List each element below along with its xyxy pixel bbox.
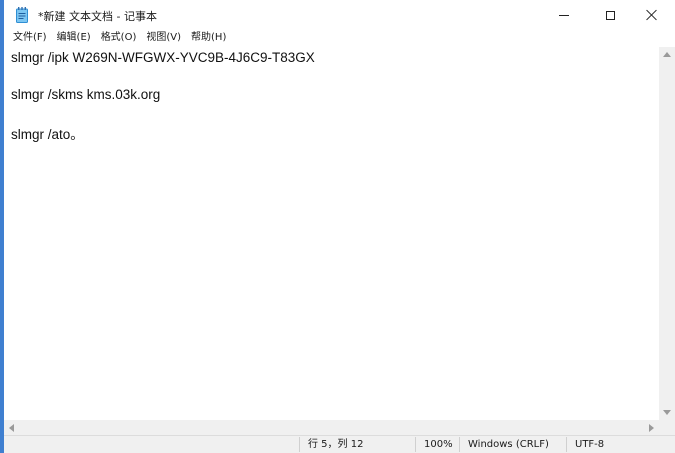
menu-file[interactable]: 文件(F) (8, 30, 52, 46)
notepad-icon (16, 7, 28, 23)
scrollbar-corner (659, 420, 675, 435)
title-bar[interactable]: *新建 文本文档 - 记事本 (4, 0, 675, 30)
menu-bar: 文件(F) 编辑(E) 格式(O) 视图(V) 帮助(H) (4, 30, 675, 46)
line-ending: Windows (CRLF) (468, 439, 549, 450)
menu-edit[interactable]: 编辑(E) (52, 30, 96, 46)
status-bar: 行 5，列 12 100% Windows (CRLF) UTF-8 (4, 435, 675, 453)
maximize-icon (605, 10, 615, 20)
status-divider (415, 437, 416, 452)
maximize-button[interactable] (587, 0, 633, 30)
status-divider (299, 437, 300, 452)
notepad-window: *新建 文本文档 - 记事本 文件(F) 编辑(E) 格式(O) 视图(V) 帮… (4, 0, 675, 453)
minimize-icon (559, 14, 569, 16)
close-icon (646, 9, 658, 21)
horizontal-scrollbar[interactable] (4, 420, 659, 435)
editor-line[interactable]: slmgr /ato。 (11, 123, 84, 143)
text-editor[interactable]: slmgr /ipk W269N-WFGWX-YVC9B-4J6C9-T83GX… (4, 47, 659, 420)
menu-help[interactable]: 帮助(H) (186, 30, 231, 46)
status-divider (566, 437, 567, 452)
scroll-up-icon[interactable] (663, 52, 671, 57)
editor-line[interactable]: slmgr /skms kms.03k.org (11, 87, 160, 102)
cursor-position: 行 5，列 12 (308, 439, 364, 450)
encoding: UTF-8 (575, 439, 605, 450)
scroll-right-icon[interactable] (649, 424, 654, 432)
scroll-left-icon[interactable] (9, 424, 14, 432)
minimize-button[interactable] (541, 0, 587, 30)
zoom-level: 100% (424, 439, 453, 450)
scroll-down-icon[interactable] (663, 410, 671, 415)
editor-line[interactable]: slmgr /ipk W269N-WFGWX-YVC9B-4J6C9-T83GX (11, 50, 315, 65)
menu-format[interactable]: 格式(O) (96, 30, 142, 46)
menu-view[interactable]: 视图(V) (141, 30, 186, 46)
close-button[interactable] (629, 0, 675, 30)
window-title: *新建 文本文档 - 记事本 (38, 10, 157, 23)
vertical-scrollbar[interactable] (659, 47, 675, 420)
status-divider (459, 437, 460, 452)
